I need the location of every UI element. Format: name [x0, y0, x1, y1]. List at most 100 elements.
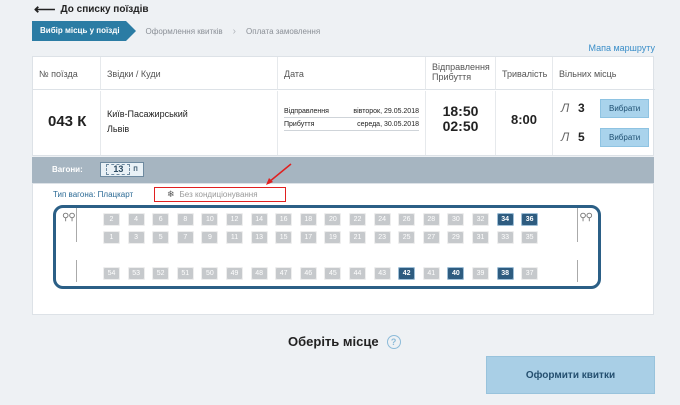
free-seats-cell: Л 3 Вибрати Л 5 Вибрати: [553, 91, 655, 155]
seat-14: 14: [250, 213, 268, 226]
seat-19: 19: [324, 231, 342, 244]
seat-43: 43: [373, 267, 391, 280]
wagon-scheme-area: Тип вагона: Плацкарт ❄ Без кондиціонуван…: [32, 163, 654, 315]
arrow-left-icon: ⟵: [34, 0, 56, 18]
annotation-arrow-icon: [266, 163, 292, 185]
berth-icon: Л: [561, 130, 570, 144]
arrive-time: 02:50: [442, 118, 479, 134]
seat-9: 9: [201, 231, 219, 244]
header-depart: Відправлення: [432, 62, 490, 72]
seat-25: 25: [398, 231, 416, 244]
seat-10: 10: [201, 213, 219, 226]
header-train-no: № поїзда: [33, 57, 101, 90]
seat-41: 41: [422, 267, 440, 280]
date-cell: Відправлення вівторок, 29.05.2018 Прибут…: [278, 91, 426, 155]
choose-button[interactable]: Вибрати: [600, 127, 650, 147]
trip-duration: 8:00: [510, 112, 538, 127]
seat-27: 27: [422, 231, 440, 244]
seat-26: 26: [398, 213, 416, 226]
seat-count: 5: [578, 130, 585, 144]
header-arrive: Прибуття: [432, 72, 472, 82]
seat-28: 28: [422, 213, 440, 226]
train-number-cell: 043 К: [33, 91, 101, 155]
back-link-label: До списку поїздів: [60, 4, 149, 15]
compartment-divider: [577, 260, 578, 282]
seat-7: 7: [176, 231, 194, 244]
no-ac-icon: ❄: [167, 189, 175, 199]
help-icon[interactable]: ?: [386, 334, 401, 349]
seat-53: 53: [127, 267, 145, 280]
compartment-divider: [76, 208, 77, 242]
seat-21: 21: [349, 231, 366, 244]
submit-tickets-button[interactable]: Оформити квитки: [486, 356, 655, 394]
header-from-to: Звідки / Куди: [101, 57, 278, 90]
seat-36[interactable]: 36: [521, 213, 539, 226]
seat-3: 3: [127, 231, 145, 244]
seat-35: 35: [521, 231, 539, 244]
choose-button[interactable]: Вибрати: [600, 98, 650, 118]
seat-42[interactable]: 42: [398, 267, 416, 280]
header-depart-arrive: Відправлення Прибуття: [426, 57, 496, 90]
step-ticket-details: Оформлення квитків: [145, 26, 223, 36]
seat-16: 16: [275, 213, 293, 226]
seat-20: 20: [324, 213, 342, 226]
seat-class-row: Л 5 Вибрати: [561, 125, 655, 149]
wagon-scheme: ⚲⚲ ⚲⚲ 2 4 6 8 10 12 14 16 18 20 22 24 26 28 30 32 34 36 1 3…: [53, 205, 601, 289]
station-from: Київ-Пасажирський: [107, 109, 188, 119]
step-payment: Оплата замовлення: [246, 26, 321, 36]
wc-icon: ⚲⚲: [62, 212, 76, 223]
seat-5: 5: [152, 231, 170, 244]
back-to-trains-link[interactable]: ⟵ До списку поїздів: [34, 0, 149, 18]
seat-38[interactable]: 38: [496, 267, 514, 280]
seat-40[interactable]: 40: [447, 267, 465, 280]
seat-17: 17: [299, 231, 317, 244]
from-to-cell: Київ-Пасажирський Львів: [101, 91, 278, 155]
route-map-link[interactable]: Мапа маршруту: [588, 43, 655, 53]
seat-4: 4: [127, 213, 145, 226]
seat-24: 24: [373, 213, 391, 226]
seat-34[interactable]: 34: [496, 213, 514, 226]
seat-48: 48: [250, 267, 268, 280]
wagon-type: Тип вагона: Плацкарт: [53, 190, 134, 199]
seat-37: 37: [521, 267, 539, 280]
compartment-divider: [577, 208, 578, 242]
train-number: 043 К: [48, 113, 87, 130]
seat-32: 32: [472, 213, 489, 226]
arrive-date-row: Прибуття середа, 30.05.2018: [284, 120, 419, 131]
step-select-seats: Вибір місць у поїзді: [32, 21, 136, 41]
seat-33: 33: [496, 231, 514, 244]
seat-51: 51: [176, 267, 194, 280]
seat-18: 18: [299, 213, 317, 226]
progress-steps: Вибір місць у поїзді Оформлення квитків …: [32, 21, 330, 41]
seat-11: 11: [226, 231, 243, 244]
seat-39: 39: [472, 267, 489, 280]
seat-23: 23: [373, 231, 391, 244]
choose-place-label: Оберіть місце: [288, 334, 379, 349]
choose-place-prompt: Оберіть місце ?: [288, 334, 401, 349]
seat-class-row: Л 3 Вибрати: [561, 96, 655, 120]
no-ac-badge: ❄ Без кондиціонування: [154, 187, 286, 202]
depart-time: 18:50: [442, 103, 479, 119]
seat-30: 30: [447, 213, 465, 226]
berth-icon: Л: [561, 101, 570, 115]
seat-count: 3: [578, 101, 585, 115]
chevron-right-icon: ›: [232, 25, 237, 37]
seat-29: 29: [447, 231, 465, 244]
seat-52: 52: [152, 267, 170, 280]
seat-31: 31: [472, 231, 489, 244]
seat-54: 54: [103, 267, 120, 280]
seat-47: 47: [275, 267, 293, 280]
seat-50: 50: [201, 267, 219, 280]
no-ac-label: Без кондиціонування: [179, 190, 258, 199]
seat-1: 1: [103, 231, 120, 244]
seat-6: 6: [152, 213, 170, 226]
wc-icon: ⚲⚲: [579, 212, 593, 223]
seat-12: 12: [226, 213, 243, 226]
seat-44: 44: [349, 267, 366, 280]
depart-date-value: вівторок, 29.05.2018: [353, 108, 419, 115]
arrive-date-value: середа, 30.05.2018: [357, 121, 419, 128]
header-duration: Тривалість: [496, 57, 553, 90]
depart-date-row: Відправлення вівторок, 29.05.2018: [284, 107, 419, 118]
seat-13: 13: [250, 231, 268, 244]
duration-cell: 8:00: [496, 91, 553, 155]
